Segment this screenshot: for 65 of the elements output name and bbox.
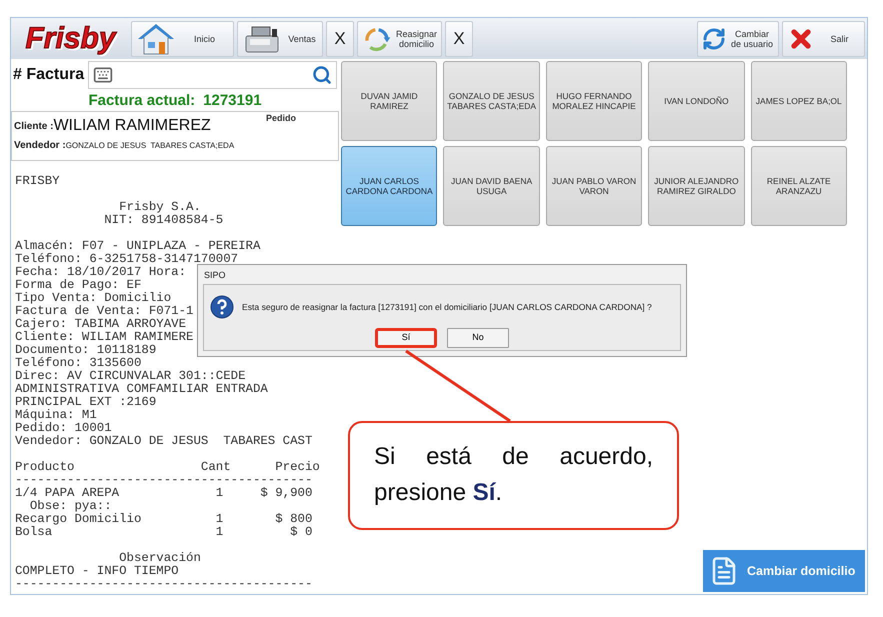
courier-button[interactable]: REINEL ALZATE ARANZAZU bbox=[750, 146, 847, 226]
receipt-line: PRINCIPAL EXT :2169 bbox=[15, 396, 156, 409]
courier-button[interactable]: JAMES LOPEZ BA;OL bbox=[750, 61, 847, 141]
invoice-search-field[interactable] bbox=[88, 61, 337, 89]
receipt-line: ---------------------------------------- bbox=[15, 578, 312, 591]
receipt-line: Cajero: TABIMA ARROYAVE bbox=[15, 318, 186, 331]
swap-arrows-icon bbox=[702, 26, 726, 50]
receipt-line: Frisby S.A. bbox=[118, 201, 201, 214]
dialog-button[interactable]: No bbox=[447, 328, 509, 348]
toolbar-button[interactable]: Salir bbox=[782, 20, 865, 56]
receipt-line: Observación bbox=[118, 552, 201, 565]
receipt-line: Documento: 10118189 bbox=[15, 344, 156, 357]
receipt-line: Fecha: 18/10/2017 Hora: bbox=[15, 266, 186, 279]
receipt-line: Máquina: M1 bbox=[15, 409, 97, 422]
courier-button[interactable]: HUGO FERNANDO MORALEZ HINCAPIE bbox=[546, 61, 642, 141]
keyboard-icon bbox=[93, 65, 114, 85]
toolbar-button[interactable]: Inicio bbox=[131, 20, 234, 56]
receipt-line: Teléfono: 3135600 bbox=[15, 357, 142, 370]
courier-button[interactable]: IVAN LONDOÑO bbox=[648, 61, 745, 141]
receipt-line: Cliente: WILIAM RAMIMERE bbox=[15, 331, 194, 344]
receipt-line: Obse: pya:: bbox=[28, 500, 112, 513]
invoice-label: # Factura bbox=[13, 65, 84, 85]
client-name: WILIAM RAMIMEREZ bbox=[53, 116, 211, 136]
receipt-line: ---------------------------------------- bbox=[15, 474, 312, 487]
receipt-line: COMPLETO - INFO TIEMPO bbox=[15, 565, 179, 578]
receipt-line: FRISBY bbox=[15, 175, 60, 188]
receipt-line: 1/4 PAPA AREPA 1 $ 9,900 bbox=[15, 487, 312, 500]
receipt-line: Tipo Venta: Domicilio bbox=[15, 292, 172, 305]
receipt-line: Factura de Venta: F071-1 bbox=[15, 305, 194, 318]
question-icon bbox=[210, 295, 234, 319]
house-icon bbox=[136, 22, 176, 56]
callout-text: Si está de acuerdo, presione Sí. bbox=[374, 442, 653, 508]
client-label: Cliente : bbox=[14, 120, 54, 134]
courier-button[interactable]: DUVAN JAMID RAMIREZ bbox=[341, 61, 438, 141]
dialog-button[interactable]: Sí bbox=[375, 328, 437, 348]
dialog-title: SIPO bbox=[203, 269, 227, 282]
search-icon[interactable] bbox=[312, 65, 332, 85]
close-button[interactable]: X bbox=[326, 20, 354, 56]
close-button[interactable]: X bbox=[445, 20, 473, 56]
current-invoice-label: Factura actual: bbox=[88, 90, 196, 111]
dialog-message: Esta seguro de reasignar la factura [1273191] con el domiciliario [JUAN CARLOS CARDONA CARDONA] ? bbox=[242, 300, 652, 314]
receipt-line: Recargo Domicilio 1 $ 800 bbox=[15, 513, 312, 526]
courier-button[interactable]: JUAN DAVID BAENA USUGA bbox=[443, 146, 540, 226]
seller-name: GONZALO DE JESUS TABARES CASTA;EDA bbox=[66, 140, 234, 152]
receipt-line: Forma de Pago: EF bbox=[15, 279, 142, 292]
courier-button[interactable]: GONZALO DE JESUS TABARES CASTA;EDA bbox=[443, 61, 540, 141]
seller-label: Vendedor : bbox=[14, 139, 66, 153]
receipt-line: Teléfono: 6-3251758-3147170007 bbox=[15, 253, 238, 266]
courier-button[interactable]: JUNIOR ALEJANDRO RAMIREZ GIRALDO bbox=[648, 146, 745, 226]
order-label: Pedido bbox=[266, 112, 296, 125]
courier-button[interactable]: JUAN PABLO VARON VARON bbox=[546, 146, 642, 226]
receipt-line: ADMINISTRATIVA COMFAMILIAR ENTRADA bbox=[15, 383, 268, 396]
receipt-line: Vendedor: GONZALO DE JESUS TABARES CAST bbox=[15, 435, 312, 448]
toolbar-button[interactable]: Ventas bbox=[237, 20, 323, 56]
courier-button[interactable]: JUAN CARLOS CARDONA CARDONA bbox=[341, 146, 438, 226]
current-invoice-number: 1273191 bbox=[203, 90, 262, 111]
toolbar-button[interactable]: Cambiar de usuario bbox=[697, 20, 779, 56]
receipt-line: Pedido: 10001 bbox=[15, 422, 112, 435]
receipt-line: NIT: 891408584-5 bbox=[103, 214, 224, 227]
receipt-line: Bolsa 1 $ 0 bbox=[15, 526, 312, 539]
toolbar-button[interactable]: Reasignar domicilio bbox=[357, 20, 442, 56]
receipt-line: Producto Cant Precio bbox=[15, 461, 320, 474]
logo: Frisby bbox=[25, 22, 116, 56]
receipt-line: Direc: AV CIRCUNVALAR 301::CEDE bbox=[15, 370, 246, 383]
receipt-line: Almacén: F07 - UNIPLAZA - PEREIRA bbox=[15, 240, 260, 253]
